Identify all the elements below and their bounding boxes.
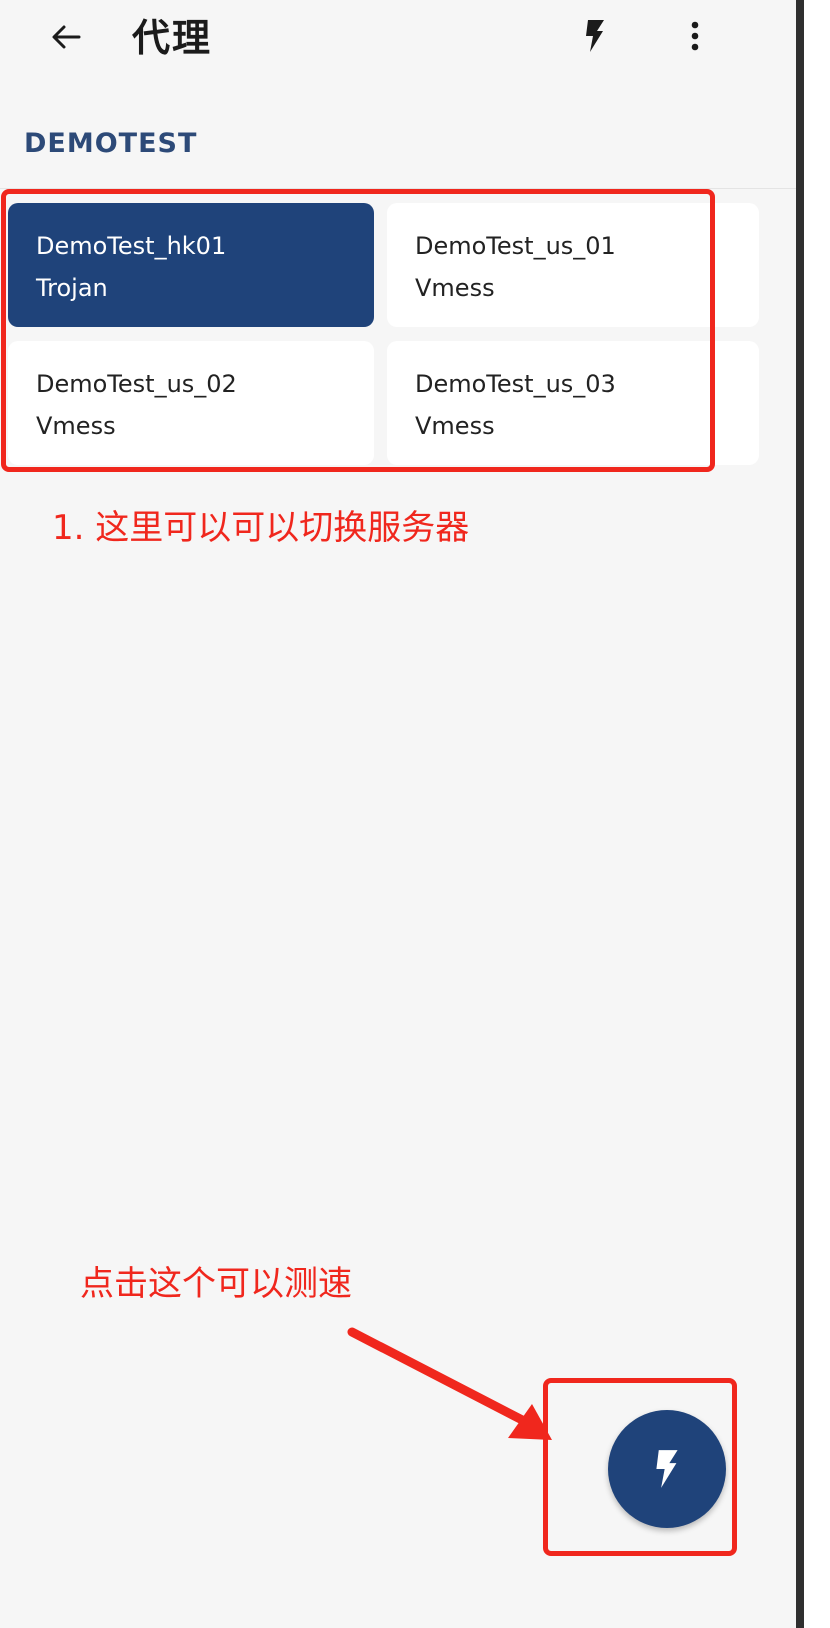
speed-test-fab[interactable] <box>608 1410 726 1528</box>
lightning-bolt-icon <box>586 20 604 52</box>
server-card-us02[interactable]: DemoTest_us_02 Vmess <box>8 341 374 465</box>
server-card-us03[interactable]: DemoTest_us_03 Vmess <box>387 341 759 465</box>
server-protocol: Vmess <box>415 274 495 302</box>
server-name: DemoTest_us_03 <box>415 370 616 398</box>
server-name: DemoTest_us_02 <box>36 370 237 398</box>
back-button[interactable] <box>44 12 88 62</box>
server-card-hk01[interactable]: DemoTest_hk01 Trojan <box>8 203 374 327</box>
arrow-left-icon <box>52 25 81 49</box>
lightning-bolt-icon <box>656 1450 678 1488</box>
server-protocol: Trojan <box>36 274 108 302</box>
more-vertical-icon <box>691 21 699 51</box>
annotation-arrow <box>347 1327 552 1440</box>
more-options-button[interactable] <box>680 14 710 58</box>
page-title: 代理 <box>132 16 213 60</box>
server-card-us01[interactable]: DemoTest_us_01 Vmess <box>387 203 759 327</box>
divider <box>0 188 796 189</box>
top-app-bar: 代理 <box>0 0 796 80</box>
group-header: DEMOTEST <box>24 128 198 159</box>
server-protocol: Vmess <box>415 412 495 440</box>
screen-edge <box>796 0 830 1628</box>
annotation-switch-server: 1. 这里可以可以切换服务器 <box>52 508 470 548</box>
server-name: DemoTest_us_01 <box>415 232 616 260</box>
speed-test-button[interactable] <box>580 14 610 58</box>
server-protocol: Vmess <box>36 412 116 440</box>
annotation-speed-test: 点击这个可以测速 <box>80 1264 352 1304</box>
server-name: DemoTest_hk01 <box>36 232 227 260</box>
proxy-screen: 代理 DEMOTEST DemoTest_hk01 Trojan DemoTes… <box>0 0 830 1628</box>
